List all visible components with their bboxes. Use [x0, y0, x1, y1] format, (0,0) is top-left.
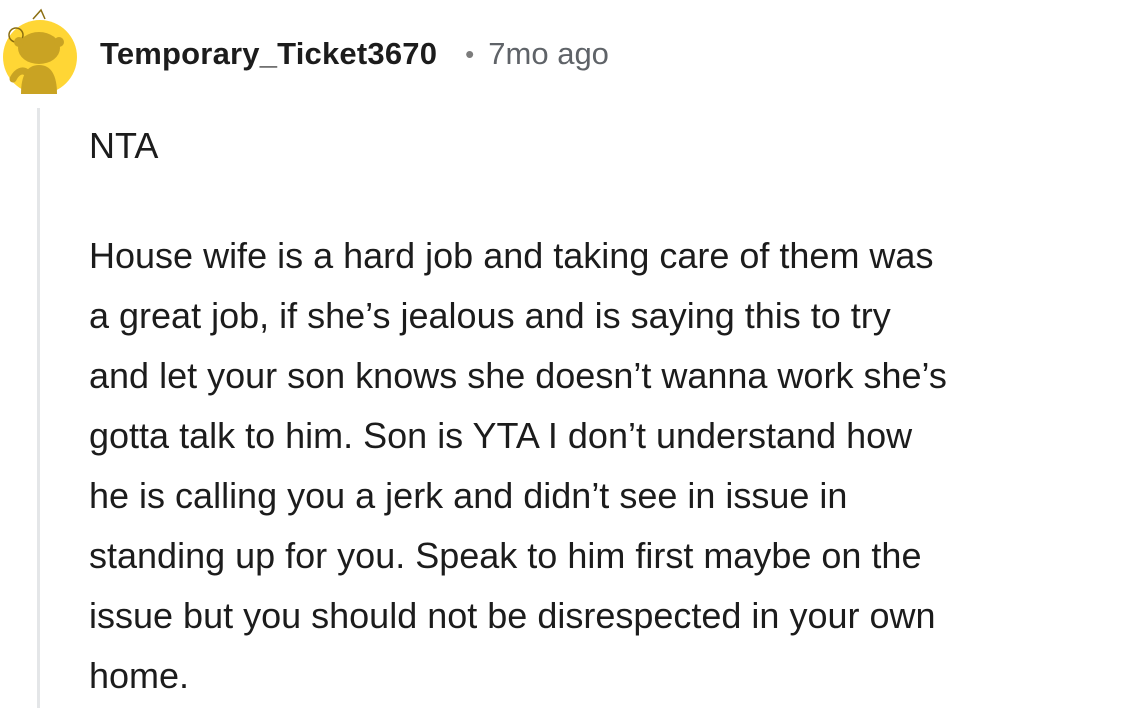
comment-line: issue but you should not be disrespected… — [89, 595, 936, 636]
comment-line: he is calling you a jerk and didn’t see … — [89, 475, 848, 516]
username-link[interactable]: Temporary_Ticket3670 — [100, 36, 437, 72]
meta-separator: • — [465, 38, 475, 69]
reddit-snoo-avatar-icon — [3, 8, 77, 94]
comment-line: gotta talk to him. Son is YTA I don’t un… — [89, 415, 913, 456]
comment-body: NTA House wife is a hard job and taking … — [89, 116, 1129, 706]
comment-line: standing up for you. Speak to him first … — [89, 535, 922, 576]
thread-line[interactable] — [37, 108, 40, 708]
comment-header: Temporary_Ticket3670 • 7mo ago — [100, 32, 609, 76]
comment-line: home. — [89, 655, 190, 696]
verdict-text: NTA — [89, 125, 159, 166]
comment-timestamp: 7mo ago — [488, 36, 609, 71]
user-avatar[interactable] — [3, 5, 77, 101]
comment-line: a great job, if she’s jealous and is say… — [89, 295, 891, 336]
comment-line: and let your son knows she doesn’t wanna… — [89, 355, 947, 396]
comment-line: House wife is a hard job and taking care… — [89, 235, 934, 276]
